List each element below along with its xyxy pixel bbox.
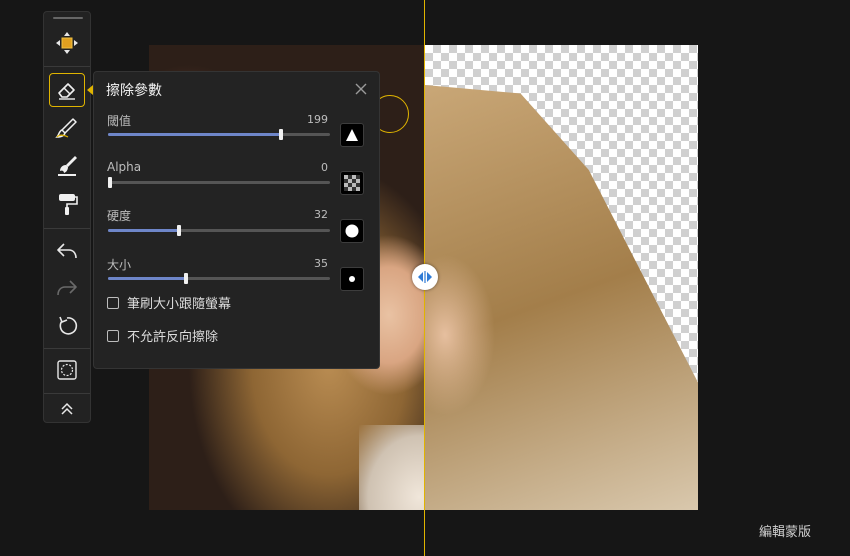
- alpha-slider-thumb[interactable]: [107, 177, 112, 188]
- cutout-subject: [425, 85, 698, 510]
- tool-sidebar: [43, 11, 91, 423]
- undo-icon: [57, 243, 77, 259]
- checker-icon: [344, 175, 360, 191]
- redo-button[interactable]: [49, 271, 85, 305]
- size-shape-button[interactable]: [340, 267, 364, 291]
- reset-button[interactable]: [49, 309, 85, 343]
- hardness-label: 硬度: [107, 209, 132, 223]
- edit-mask-label[interactable]: 編輯蒙版: [759, 521, 811, 540]
- circle-small-icon: [349, 276, 355, 282]
- threshold-label: 閾值: [107, 114, 132, 128]
- move-icon: [56, 32, 78, 54]
- triangle-icon: [346, 129, 358, 141]
- alpha-slider[interactable]: [107, 177, 330, 188]
- mask-icon: [57, 360, 77, 380]
- close-icon: [355, 83, 367, 95]
- size-label: 大小: [107, 258, 132, 272]
- follow-screen-label: 筆刷大小跟隨螢幕: [127, 297, 232, 312]
- follow-screen-checkbox[interactable]: [107, 296, 119, 309]
- threshold-shape-button[interactable]: [340, 123, 364, 147]
- redo-icon: [57, 280, 77, 296]
- undo-button[interactable]: [49, 234, 85, 268]
- alpha-label: Alpha: [107, 160, 142, 174]
- roller-tool-button[interactable]: [49, 187, 85, 221]
- size-value: 35: [314, 257, 328, 270]
- follow-screen-checkbox-row[interactable]: 筆刷大小跟隨螢幕: [107, 293, 231, 312]
- paint-brush-icon: [58, 156, 77, 176]
- hardness-slider-thumb[interactable]: [177, 225, 182, 236]
- size-slider[interactable]: [108, 273, 330, 284]
- no-reverse-erase-checkbox-row[interactable]: 不允許反向擦除: [107, 326, 218, 345]
- compare-split-handle[interactable]: [412, 264, 438, 290]
- threshold-slider[interactable]: [108, 129, 330, 140]
- eraser-icon: [58, 83, 75, 100]
- hardness-slider-fill: [108, 229, 180, 232]
- collapse-icon: [61, 402, 73, 415]
- reset-icon: [59, 316, 78, 335]
- alpha-pattern-button[interactable]: [340, 171, 364, 195]
- alpha-value: 0: [321, 161, 328, 174]
- panel-title: 擦除參數: [106, 83, 162, 99]
- brush-icon: [55, 118, 77, 138]
- move-tool-button[interactable]: [49, 26, 85, 60]
- eraser-tool-button[interactable]: [49, 73, 85, 107]
- toolbar-grip[interactable]: [53, 17, 83, 19]
- threshold-slider-fill: [108, 133, 282, 136]
- panel-close-button[interactable]: [352, 80, 370, 98]
- collapse-toolbar-button[interactable]: [49, 396, 85, 422]
- size-slider-fill: [108, 277, 186, 280]
- hardness-slider[interactable]: [108, 225, 330, 236]
- paint-brush-tool-button[interactable]: [49, 149, 85, 183]
- split-arrows-icon: [418, 271, 432, 283]
- hardness-shape-button[interactable]: [340, 219, 364, 243]
- size-slider-thumb[interactable]: [183, 273, 188, 284]
- panel-pointer: [87, 85, 93, 95]
- eraser-params-panel: 擦除參數 閾值 199 Alpha 0 硬度 32 大小 35 筆刷大小跟隨螢幕…: [87, 71, 380, 369]
- threshold-value: 199: [307, 113, 328, 126]
- no-reverse-erase-checkbox[interactable]: [107, 329, 119, 342]
- brush-tool-button[interactable]: [49, 111, 85, 145]
- roller-icon: [59, 194, 78, 215]
- transparent-background: [425, 45, 698, 510]
- mask-view-button[interactable]: [49, 353, 85, 387]
- hardness-value: 32: [314, 208, 328, 221]
- threshold-slider-thumb[interactable]: [279, 129, 284, 140]
- no-reverse-erase-label: 不允許反向擦除: [127, 330, 219, 345]
- circle-large-icon: [345, 224, 359, 238]
